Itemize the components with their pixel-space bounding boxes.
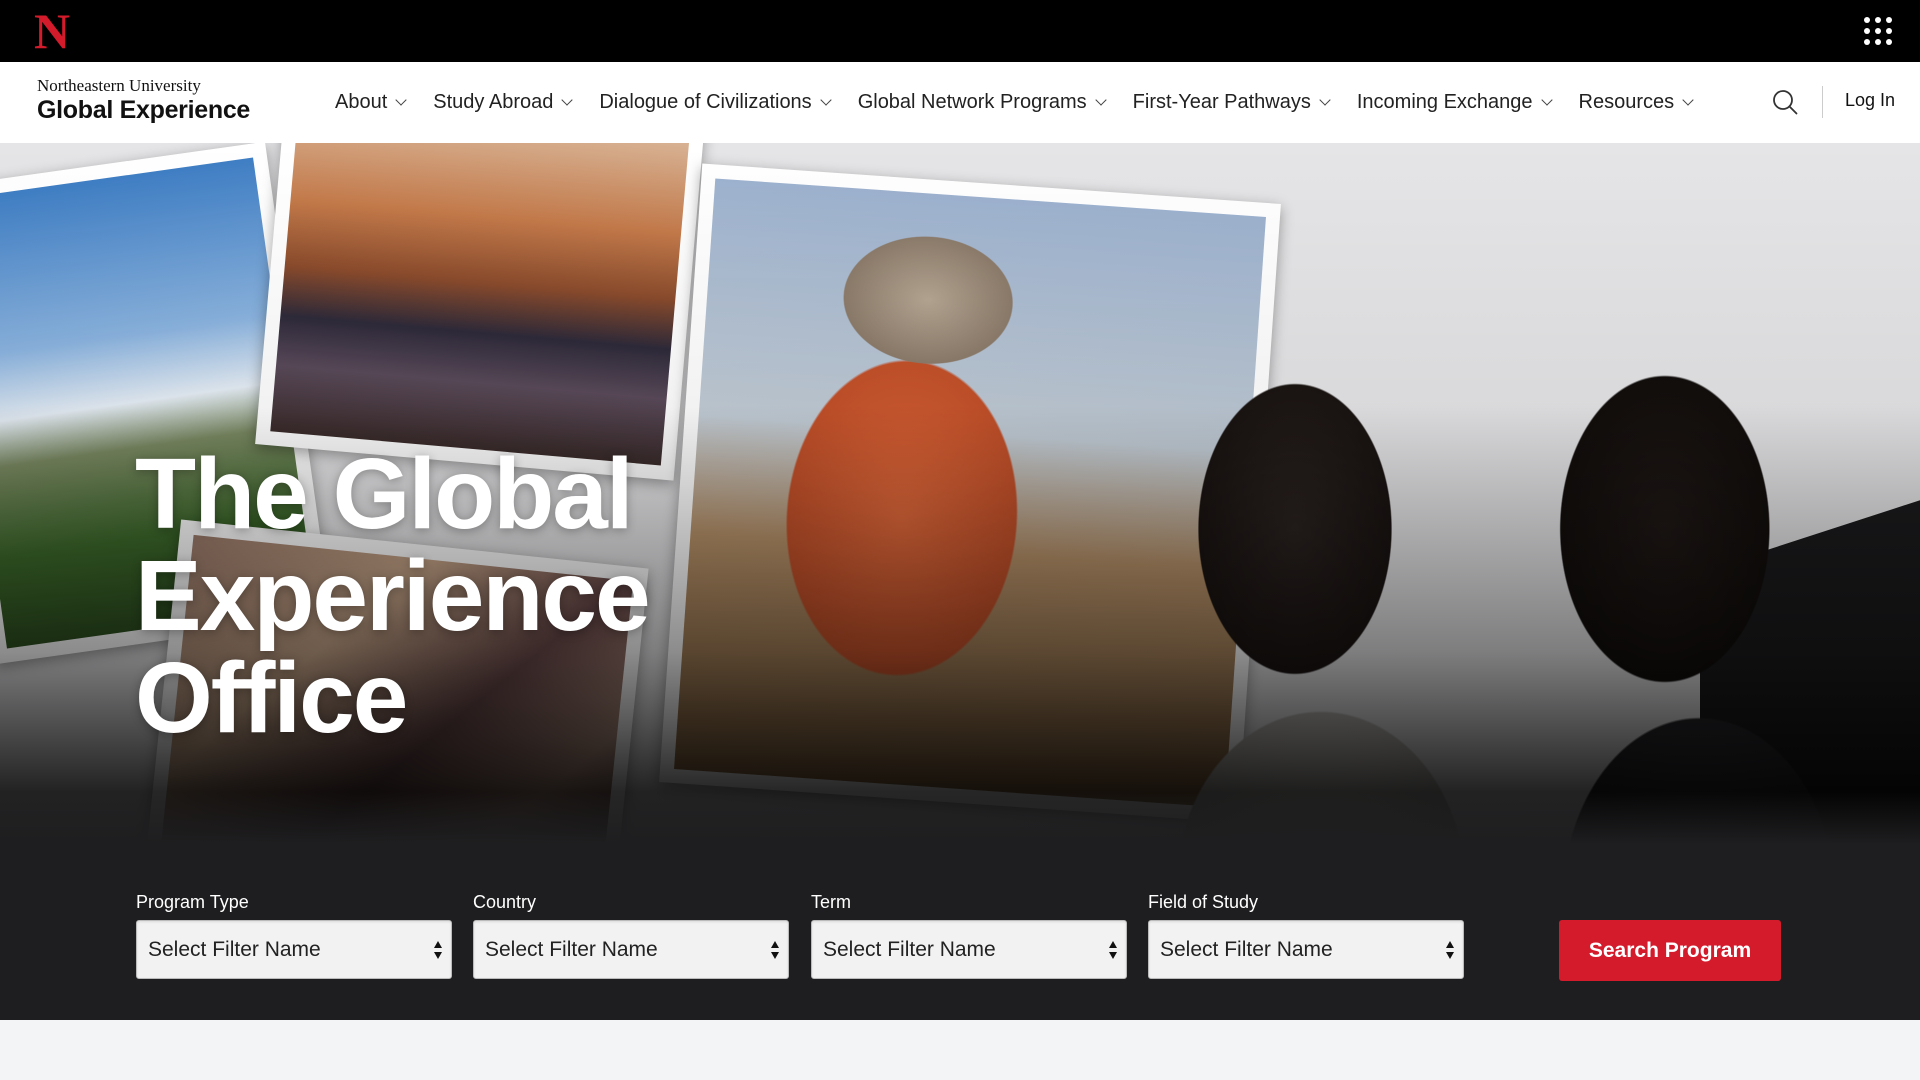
field-of-study-select[interactable]: Select Filter Name [1148, 920, 1464, 979]
chevron-down-icon [1094, 94, 1107, 106]
nav-item-label: Resources [1578, 91, 1675, 113]
main-nav-bar: Northeastern University Global Experienc… [0, 62, 1920, 143]
term-select[interactable]: Select Filter Name [811, 920, 1127, 979]
hero-section: The Global Experience Office Program Typ… [0, 143, 1920, 1020]
filter-label: Field of Study [1148, 892, 1259, 912]
login-link[interactable]: Log In [1845, 90, 1895, 111]
select-value: Select Filter Name [148, 937, 321, 961]
filter-country: Country Select Filter Name [473, 892, 789, 979]
apps-grid-icon[interactable] [1864, 17, 1892, 45]
nav-item-study-abroad[interactable]: Study Abroad [433, 91, 574, 114]
nav-item-about[interactable]: About [335, 91, 407, 114]
filter-program-type: Program Type Select Filter Name [136, 892, 452, 979]
nav-item-label: Dialogue of Civilizations [599, 91, 812, 113]
hero-title-line: Office [135, 642, 408, 754]
select-value: Select Filter Name [823, 937, 996, 961]
filter-term: Term Select Filter Name [811, 892, 1127, 979]
hero-title-line: The Global [135, 438, 634, 550]
filter-label: Program Type [136, 892, 249, 912]
select-arrows-icon [770, 941, 780, 961]
chevron-down-icon [561, 94, 574, 106]
filter-label: Term [811, 892, 851, 912]
program-search-filters: Program Type Select Filter Name Country … [0, 880, 1920, 1020]
nav-item-first-year-pathways[interactable]: First-Year Pathways [1132, 91, 1331, 114]
chevron-down-icon [395, 94, 407, 106]
filter-label: Country [473, 892, 537, 912]
hero-title: The Global Experience Office [135, 443, 835, 749]
search-icon[interactable] [1772, 89, 1798, 115]
nav-divider [1822, 86, 1823, 118]
northeastern-logo[interactable]: N [34, 6, 70, 56]
nav-item-label: About [335, 91, 388, 113]
brand-name: Global Experience [37, 96, 251, 124]
nav-item-label: Study Abroad [433, 91, 554, 113]
nav-item-resources[interactable]: Resources [1578, 91, 1694, 114]
nav-item-label: Incoming Exchange [1356, 91, 1533, 113]
filter-field-of-study: Field of Study Select Filter Name [1148, 892, 1464, 979]
chevron-down-icon [1319, 94, 1331, 106]
brand-university: Northeastern University [37, 76, 201, 95]
nav-item-label: First-Year Pathways [1132, 91, 1311, 113]
select-arrows-icon [1445, 941, 1455, 961]
select-arrows-icon [1108, 941, 1118, 961]
program-type-select[interactable]: Select Filter Name [136, 920, 452, 979]
chevron-down-icon [1682, 94, 1694, 106]
nav-item-global-network-programs[interactable]: Global Network Programs [857, 91, 1107, 114]
content-area-below-hero [0, 1020, 1920, 1080]
hero-title-line: Experience [135, 540, 651, 652]
top-bar: N [0, 0, 1920, 62]
brand-logo[interactable]: Northeastern University Global Experienc… [37, 76, 250, 124]
select-arrows-icon [433, 941, 443, 961]
nav-item-dialogue-of-civilizations[interactable]: Dialogue of Civilizations [599, 91, 832, 114]
nav-item-label: Global Network Programs [857, 91, 1087, 113]
country-select[interactable]: Select Filter Name [473, 920, 789, 979]
primary-nav: About Study Abroad Dialogue of Civilizat… [335, 62, 1720, 143]
search-program-button[interactable]: Search Program [1559, 920, 1781, 981]
chevron-down-icon [1540, 94, 1553, 106]
chevron-down-icon [820, 94, 832, 106]
select-value: Select Filter Name [1160, 937, 1333, 961]
select-value: Select Filter Name [485, 937, 658, 961]
nav-item-incoming-exchange[interactable]: Incoming Exchange [1356, 91, 1553, 114]
